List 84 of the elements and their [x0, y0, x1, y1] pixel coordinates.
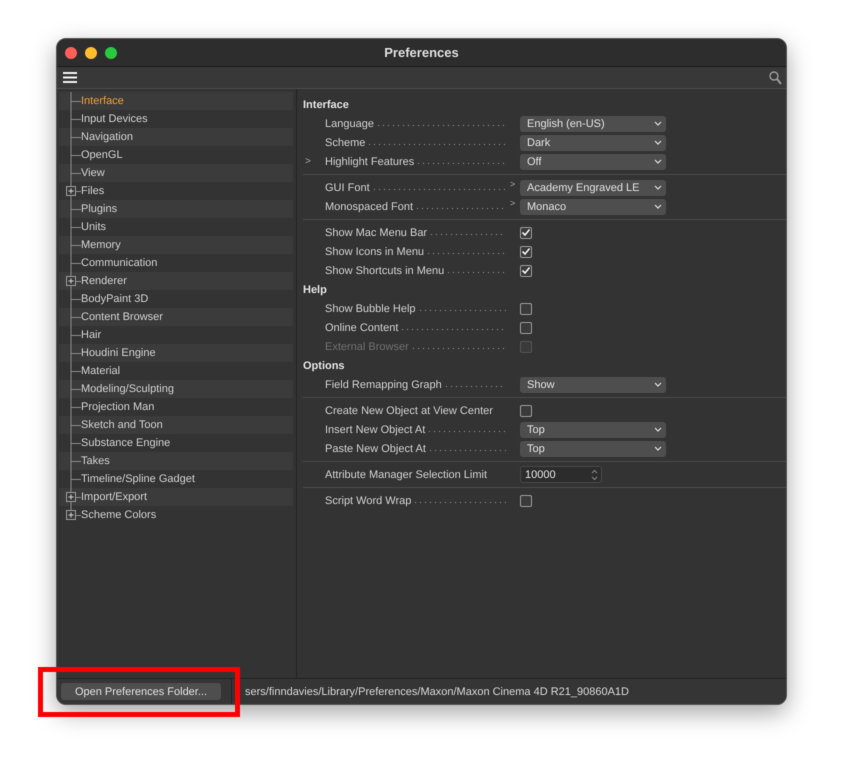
- sidebar-item[interactable]: Communication: [59, 254, 293, 272]
- open-folder-button[interactable]: Open Preferences Folder...: [61, 683, 221, 700]
- setting-label: Language: [325, 118, 374, 130]
- checkbox[interactable]: [520, 302, 532, 314]
- checkbox[interactable]: [520, 246, 532, 258]
- sidebar-item[interactable]: Sketch and Toon: [59, 416, 293, 434]
- sidebar-item[interactable]: Houdini Engine: [59, 344, 293, 362]
- sidebar-item[interactable]: Scheme Colors: [59, 506, 293, 524]
- setting-label: Attribute Manager Selection Limit: [325, 468, 488, 480]
- chevron-down-icon: [654, 140, 662, 145]
- folder-path: sers/finndavies/Library/Preferences/Maxon/Maxon Cinema 4D R21_90860A1D: [245, 686, 629, 698]
- minimize-button[interactable]: [85, 47, 97, 59]
- sidebar-item[interactable]: Timeline/Spline Gadget: [59, 470, 293, 488]
- setting-label: GUI Font: [325, 182, 370, 194]
- dropdown[interactable]: Off: [520, 154, 666, 170]
- chevron-down-icon: [654, 427, 662, 432]
- checkbox[interactable]: [520, 322, 532, 334]
- sidebar-item[interactable]: Takes: [59, 452, 293, 470]
- chevron-down-icon: [654, 204, 662, 209]
- setting-label: Show Mac Menu Bar: [325, 226, 428, 238]
- chevron-down-icon: [654, 382, 662, 387]
- stepper-icon[interactable]: [591, 468, 598, 480]
- setting-label: External Browser: [325, 340, 409, 352]
- setting-label: Script Word Wrap: [325, 494, 412, 506]
- sidebar-item[interactable]: Plugins: [59, 200, 293, 218]
- checkbox[interactable]: [520, 226, 532, 238]
- close-button[interactable]: [65, 47, 77, 59]
- expand-icon[interactable]: [66, 492, 76, 502]
- expand-icon[interactable]: [66, 510, 76, 520]
- zoom-button[interactable]: [105, 47, 117, 59]
- sidebar-item[interactable]: Files: [59, 182, 293, 200]
- setting-label: Monospaced Font: [325, 200, 414, 212]
- checkbox[interactable]: [520, 494, 532, 506]
- setting-label: Show Bubble Help: [325, 302, 416, 314]
- sidebar-item[interactable]: Import/Export: [59, 488, 293, 506]
- dropdown[interactable]: Show: [520, 376, 666, 392]
- dropdown[interactable]: English (en-US): [520, 116, 666, 132]
- sidebar-item[interactable]: Substance Engine: [59, 434, 293, 452]
- sidebar-item[interactable]: Content Browser: [59, 308, 293, 326]
- dropdown[interactable]: Academy Engraved LE: [520, 180, 666, 196]
- sidebar-item[interactable]: Navigation: [59, 128, 293, 146]
- search-icon[interactable]: [769, 70, 782, 84]
- sidebar-item[interactable]: View: [59, 164, 293, 182]
- checkbox[interactable]: [520, 404, 532, 416]
- submenu-arrow[interactable]: >: [510, 179, 516, 189]
- checkbox[interactable]: [520, 264, 532, 276]
- setting-label: Scheme: [325, 136, 366, 148]
- dropdown[interactable]: Top: [520, 440, 666, 456]
- dropdown[interactable]: Monaco: [520, 198, 666, 214]
- chevron-down-icon: [654, 159, 662, 164]
- sidebar-item[interactable]: Units: [59, 218, 293, 236]
- dropdown[interactable]: Dark: [520, 134, 666, 150]
- chevron-down-icon: [654, 446, 662, 451]
- chevron-down-icon: [654, 121, 662, 126]
- menu-icon[interactable]: [63, 72, 77, 83]
- sidebar-item[interactable]: Interface: [59, 92, 293, 110]
- setting-label: Create New Object at View Center: [325, 404, 493, 416]
- submenu-arrow[interactable]: >: [510, 198, 516, 208]
- sidebar-item[interactable]: Projection Man: [59, 398, 293, 416]
- sidebar-item[interactable]: Memory: [59, 236, 293, 254]
- setting-label: Show Icons in Menu: [325, 246, 424, 258]
- setting-label: Field Remapping Graph: [325, 378, 442, 390]
- number-field[interactable]: 10000: [520, 466, 602, 483]
- setting-label: Highlight Features: [325, 156, 414, 168]
- expand-icon[interactable]: [66, 186, 76, 196]
- setting-label: Insert New Object At: [325, 424, 426, 436]
- chevron-down-icon: [654, 185, 662, 190]
- sidebar-item[interactable]: OpenGL: [59, 146, 293, 164]
- window-title: Preferences: [384, 45, 459, 60]
- expand-icon[interactable]: [66, 276, 76, 286]
- section-title: Options: [303, 360, 345, 372]
- sidebar-item[interactable]: Renderer: [59, 272, 293, 290]
- sidebar-item[interactable]: Hair: [59, 326, 293, 344]
- setting-label: Show Shortcuts in Menu: [325, 264, 444, 276]
- setting-label: Paste New Object At: [325, 442, 426, 454]
- dropdown[interactable]: Top: [520, 422, 666, 438]
- expand-arrow[interactable]: >: [305, 156, 311, 167]
- sidebar-item[interactable]: BodyPaint 3D: [59, 290, 293, 308]
- sidebar-item[interactable]: Input Devices: [59, 110, 293, 128]
- setting-label: Online Content: [325, 322, 398, 334]
- section-title: Help: [303, 284, 327, 296]
- section-title: Interface: [303, 98, 349, 110]
- sidebar-item[interactable]: Material: [59, 362, 293, 380]
- sidebar-item[interactable]: Modeling/Sculpting: [59, 380, 293, 398]
